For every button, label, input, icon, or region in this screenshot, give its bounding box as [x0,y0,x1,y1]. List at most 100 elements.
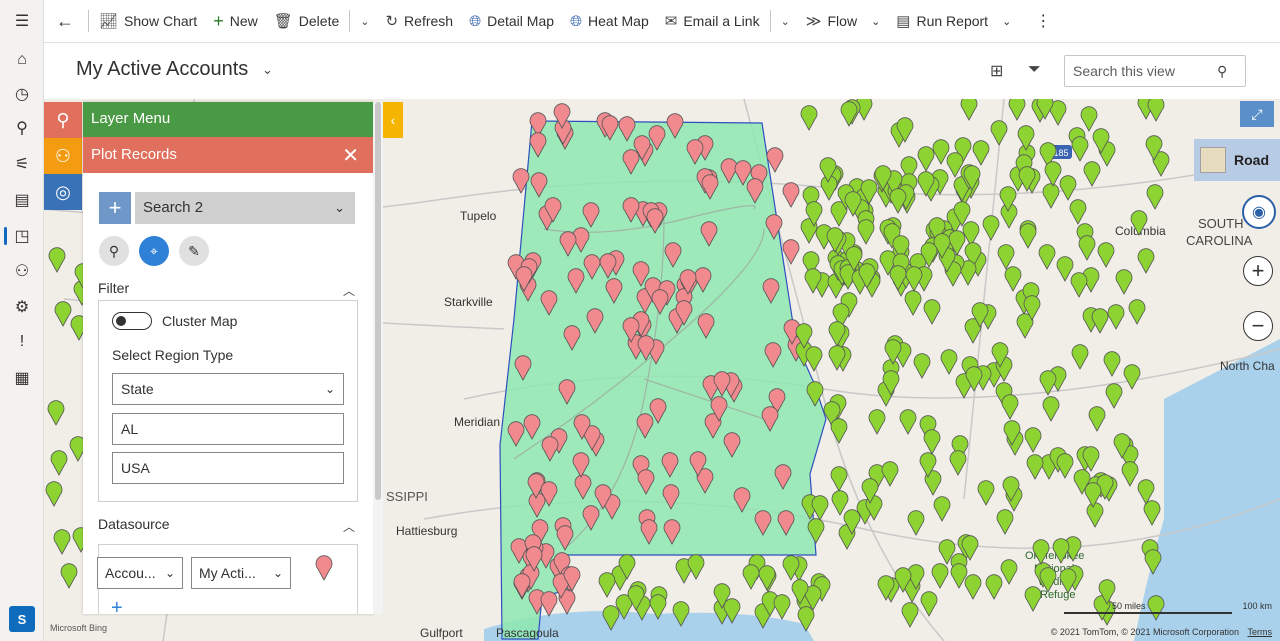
account-pin-green[interactable] [723,598,741,624]
account-pin-red[interactable] [529,132,547,158]
account-pin-green[interactable] [1123,364,1141,390]
account-pin-red[interactable] [544,197,562,223]
account-pin-red[interactable] [540,480,558,507]
account-pin-green[interactable] [60,563,78,589]
account-pin-red[interactable] [651,289,669,316]
account-pin-green[interactable] [933,233,951,259]
account-pin-red[interactable] [675,300,693,326]
account-pin-red[interactable] [713,371,731,398]
account-pin-red[interactable] [689,451,707,478]
alert-icon[interactable]: ! [0,325,44,359]
account-pin-red[interactable] [679,269,697,295]
account-pin-green[interactable] [687,553,705,580]
account-pin-green[interactable] [800,105,818,131]
account-pin-green[interactable] [1113,432,1131,459]
account-pin-red[interactable] [632,261,650,288]
account-pin-green[interactable] [1026,454,1044,481]
account-pin-red[interactable] [754,510,772,536]
locate-button[interactable]: ◉ [1242,195,1276,229]
account-pin-red[interactable] [761,406,779,433]
account-pin-red[interactable] [556,525,574,551]
account-pin-green[interactable] [1001,394,1019,420]
account-pin-green[interactable] [672,601,690,628]
region-type-select[interactable]: State ⌄ [112,373,344,405]
account-pin-green[interactable] [1059,568,1077,594]
account-pin-green[interactable] [742,564,760,591]
chevron-up-icon[interactable]: ︿ [343,518,355,535]
email-link-button[interactable]: ✉ Email a Link [657,0,768,43]
cluster-map-toggle[interactable] [112,312,152,330]
account-pin-green[interactable] [831,490,849,517]
account-pin-green[interactable] [1070,272,1088,298]
account-pin-red[interactable] [662,483,680,510]
account-pin-green[interactable] [758,565,776,591]
chevron-up-icon[interactable]: ︿ [343,282,355,299]
account-pin-green[interactable] [773,593,791,620]
account-pin-green[interactable] [882,370,900,397]
hamburger-icon[interactable]: ☰ [0,4,44,38]
account-pin-red[interactable] [649,398,667,424]
dashboard-icon[interactable]: ⚟ [0,147,44,181]
account-pin-red[interactable] [514,355,532,381]
account-pin-red[interactable] [601,114,619,141]
account-pin-green[interactable] [50,450,68,477]
account-pin-green[interactable] [881,461,899,488]
account-pin-green[interactable] [1042,396,1060,423]
account-pin-green[interactable] [894,567,912,594]
account-pin-green[interactable] [990,120,1008,146]
account-pin-red[interactable] [646,208,664,235]
account-pin-green[interactable] [840,101,858,127]
show-chart-button[interactable]: 📈︎ Show Chart [91,0,205,43]
account-pin-green[interactable] [1103,350,1121,377]
account-pin-green[interactable] [1018,166,1036,192]
account-pin-green[interactable] [963,165,981,191]
account-pin-green[interactable] [889,265,907,291]
account-pin-red[interactable] [777,510,795,537]
fullscreen-button[interactable]: ⤢ [1240,101,1274,127]
account-pin-green[interactable] [804,268,822,295]
account-pin-red[interactable] [701,174,719,200]
account-pin-red[interactable] [540,289,558,316]
account-pin-green[interactable] [1097,242,1115,268]
account-pin-green[interactable] [931,563,949,590]
more-dropdown-chevron-icon[interactable]: ⌄ [352,15,377,28]
account-pin-red[interactable] [723,431,741,458]
account-pin-green[interactable] [807,518,825,544]
account-pin-green[interactable] [1107,304,1125,331]
account-pin-green[interactable] [598,572,616,598]
refresh-button[interactable]: ↻ Refresh [377,0,461,43]
location-mode-icon[interactable]: ⚲ [99,236,129,266]
home-icon[interactable]: ⌂ [0,43,44,77]
account-pin-red[interactable] [541,436,559,462]
detail-map-button[interactable]: 🌐︎ Detail Map [461,0,562,43]
activities-icon[interactable]: ▤ [0,183,44,217]
account-pin-red[interactable] [523,414,541,441]
scroll-thumb[interactable] [375,102,381,500]
search-input[interactable] [1065,63,1211,79]
account-pin-red[interactable] [694,267,712,294]
account-pin-red[interactable] [663,519,681,545]
account-pin-red[interactable] [525,546,543,573]
account-pin-red[interactable] [599,253,617,279]
account-pin-red[interactable] [637,469,655,496]
account-pin-green[interactable] [1039,370,1057,397]
terms-link[interactable]: Terms [1248,627,1273,637]
account-pin-green[interactable] [965,366,983,392]
account-pin-red[interactable] [605,278,623,305]
edit-columns-icon[interactable]: ⊞ [990,61,1003,81]
account-pin-green[interactable] [985,574,1003,600]
account-pin-green[interactable] [795,323,813,349]
account-pin-green[interactable] [1083,161,1101,188]
page-title[interactable]: My Active Accounts [76,58,248,81]
account-pin-green[interactable] [1080,105,1098,132]
account-pin-red[interactable] [700,221,718,247]
account-pin-green[interactable] [1115,268,1133,295]
account-pin-red[interactable] [764,342,782,368]
account-pin-red[interactable] [586,308,604,334]
account-pin-green[interactable] [1092,128,1110,154]
account-pin-green[interactable] [1071,344,1089,371]
add-datasource-icon[interactable]: + [111,597,123,614]
state-field[interactable]: AL [112,413,344,445]
account-pin-red[interactable] [513,572,531,599]
account-pin-green[interactable] [874,165,892,191]
